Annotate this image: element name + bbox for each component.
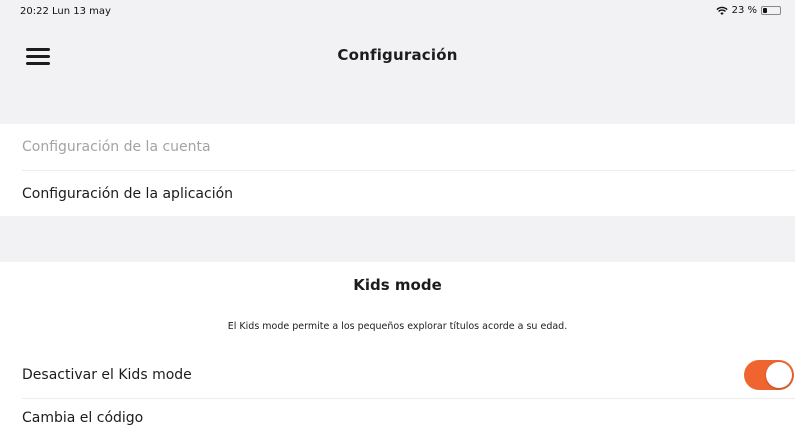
kids-mode-toggle-label: Desactivar el Kids mode xyxy=(22,367,192,383)
battery-icon xyxy=(761,6,781,15)
app-settings-item[interactable]: Configuración de la aplicación xyxy=(0,171,795,217)
change-code-item[interactable]: Cambia el código xyxy=(0,398,795,437)
kids-mode-toggle[interactable] xyxy=(744,360,794,390)
page-title: Configuración xyxy=(337,46,458,64)
nav-bar: Configuración xyxy=(0,22,795,90)
app-settings-label: Configuración de la aplicación xyxy=(22,186,234,202)
toggle-knob xyxy=(766,362,792,388)
battery-percent: 23 % xyxy=(731,5,757,16)
change-code-label: Cambia el código xyxy=(22,409,144,426)
wifi-icon xyxy=(715,6,728,16)
kids-mode-toggle-row: Desactivar el Kids mode xyxy=(0,352,795,398)
kids-mode-description: El Kids mode permite a los pequeños expl… xyxy=(227,321,568,332)
kids-mode-title: Kids mode xyxy=(353,276,442,294)
status-bar: 20:22 Lun 13 may 23 % xyxy=(0,0,795,22)
status-time: 20:22 Lun 13 may xyxy=(20,6,111,17)
status-indicators: 23 % xyxy=(715,5,781,16)
account-settings-item[interactable]: Configuración de la cuenta xyxy=(0,124,795,170)
account-settings-label: Configuración de la cuenta xyxy=(22,139,211,155)
